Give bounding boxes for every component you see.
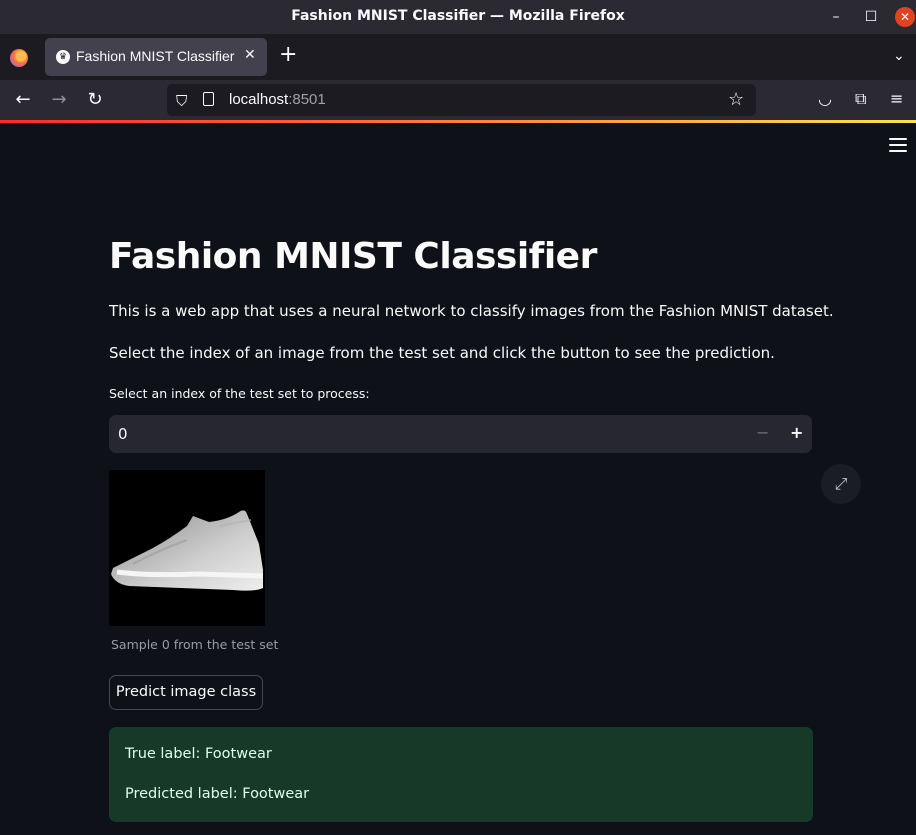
url-bar[interactable]: ⛉ localhost:8501 ☆ [167, 84, 756, 116]
predicted-label-text: Predicted label: Footwear [125, 786, 310, 802]
firefox-logo-icon[interactable] [10, 49, 28, 67]
tab-close-icon[interactable]: ✕ [244, 47, 256, 63]
image-caption: Sample 0 from the test set [111, 637, 279, 652]
true-label-text: True label: Footwear [125, 746, 272, 762]
maximize-icon[interactable]: ☐ [861, 7, 881, 27]
nav-bar: ← → ↻ ⛉ localhost:8501 ☆ ◡ ⧉ ≡ [0, 80, 916, 120]
decrement-icon[interactable]: − [756, 423, 769, 442]
pocket-icon[interactable]: ◡ [818, 89, 832, 108]
url-text[interactable]: localhost:8501 [229, 91, 326, 108]
ankle-boot-image [111, 510, 264, 591]
hamburger-menu-icon[interactable]: ≡ [890, 89, 903, 108]
close-window-icon[interactable]: ✕ [895, 7, 915, 27]
reload-icon[interactable]: ↻ [83, 89, 107, 111]
increment-icon[interactable]: + [790, 423, 803, 442]
fullscreen-expand-icon[interactable]: ⤢ [821, 464, 861, 504]
url-host: localhost [229, 91, 289, 108]
index-number-input[interactable]: 0 − + [109, 415, 812, 453]
tab-fashion-mnist[interactable]: ♛ Fashion MNIST Classifier ✕ [45, 38, 267, 76]
window-title: Fashion MNIST Classifier — Mozilla Firef… [291, 8, 625, 24]
index-input-label: Select an index of the test set to proce… [109, 386, 370, 401]
bookmark-star-icon[interactable]: ☆ [728, 89, 744, 110]
url-port: :8501 [288, 91, 326, 108]
instruction-text: Select the index of an image from the te… [109, 344, 775, 362]
window-titlebar: Fashion MNIST Classifier — Mozilla Firef… [0, 0, 916, 34]
streamlit-crown-icon: ♛ [56, 50, 70, 64]
success-alert: True label: Footwear Predicted label: Fo… [109, 727, 813, 822]
chevron-down-icon[interactable]: ⌄ [893, 48, 905, 64]
new-tab-icon[interactable]: + [279, 44, 297, 66]
index-input-value[interactable]: 0 [118, 425, 128, 443]
loading-indicator [0, 120, 916, 123]
extensions-icon[interactable]: ⧉ [855, 89, 866, 109]
sample-image [109, 470, 265, 626]
app-menu-icon[interactable] [889, 138, 907, 152]
shield-icon[interactable]: ⛉ [176, 92, 187, 110]
page-icon[interactable] [203, 92, 214, 106]
back-arrow-icon[interactable]: ← [11, 89, 35, 111]
tab-label: Fashion MNIST Classifier [76, 48, 235, 64]
tab-strip: ♛ Fashion MNIST Classifier ✕ [0, 34, 916, 80]
predict-button[interactable]: Predict image class [109, 675, 263, 710]
minimize-icon[interactable]: – [826, 7, 846, 27]
forward-arrow-icon[interactable]: → [47, 89, 71, 111]
intro-text: This is a web app that uses a neural net… [109, 302, 834, 320]
page-title: Fashion MNIST Classifier [109, 236, 597, 277]
